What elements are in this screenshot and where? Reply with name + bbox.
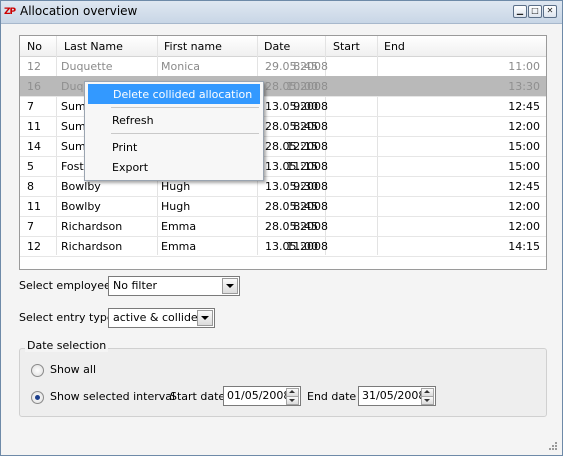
menu-item-label: Delete collided allocation <box>113 88 253 101</box>
cell-first: Monica <box>161 60 201 73</box>
menu-separator <box>111 133 259 134</box>
entry-type-select-value: active & collided <box>113 311 205 324</box>
cell-end: 15:00 <box>508 160 540 173</box>
context-menu: Delete collided allocation Refresh Print… <box>84 81 264 181</box>
cell-start: 11:15 <box>286 160 318 173</box>
employee-select-value: No filter <box>113 279 158 292</box>
title-bar[interactable]: ZP Allocation overview ▁ □ ✕ <box>1 1 562 24</box>
menu-separator <box>111 107 259 108</box>
cell-end: 12:00 <box>508 120 540 133</box>
menu-item-print[interactable]: Print <box>88 137 260 157</box>
cell-no: 12 <box>27 240 41 253</box>
menu-item-label: Print <box>112 141 138 154</box>
cell-start: 8:45 <box>293 220 318 233</box>
cell-no: 16 <box>27 80 41 93</box>
start-date-value: 01/05/2008 <box>227 389 291 402</box>
employee-label: Select employee: <box>19 279 115 292</box>
cell-last: Bowlby <box>61 180 101 193</box>
start-date-picker[interactable]: 01/05/2008 <box>223 386 301 406</box>
cell-start: 8:45 <box>293 200 318 213</box>
column-header-no[interactable]: No <box>27 40 42 53</box>
chevron-down-icon[interactable] <box>197 310 213 326</box>
cell-start: 9:00 <box>293 100 318 113</box>
cell-no: 11 <box>27 200 41 213</box>
cell-no: 5 <box>27 160 34 173</box>
menu-item-export[interactable]: Export <box>88 157 260 177</box>
cell-start: 11:00 <box>286 240 318 253</box>
entry-type-select[interactable]: active & collided <box>108 308 215 328</box>
date-selection-title: Date selection <box>25 339 109 352</box>
cell-no: 8 <box>27 180 34 193</box>
cell-last: Richardson <box>61 220 123 233</box>
cell-no: 7 <box>27 100 34 113</box>
cell-start: 8:45 <box>293 60 318 73</box>
entry-type-label: Select entry type: <box>19 311 118 324</box>
cell-start: 10:00 <box>286 80 318 93</box>
table-row[interactable]: 12 Duquette Monica 29.05.2008 8:45 11:00 <box>20 56 546 77</box>
cell-end: 11:00 <box>508 60 540 73</box>
app-logo-icon: ZP <box>4 7 16 17</box>
cell-end: 14:15 <box>508 240 540 253</box>
minimize-icon[interactable]: ▁ <box>513 5 527 18</box>
spin-down-icon[interactable] <box>421 396 434 405</box>
cell-first: Hugh <box>161 180 191 193</box>
cell-no: 11 <box>27 120 41 133</box>
cell-no: 12 <box>27 60 41 73</box>
cell-last: Bowlby <box>61 200 101 213</box>
table-header: No Last Name First name Date Start End <box>20 36 546 57</box>
cell-end: 12:45 <box>508 180 540 193</box>
cell-end: 15:00 <box>508 140 540 153</box>
cell-last: Duquette <box>61 60 113 73</box>
resize-grip-icon[interactable] <box>549 442 558 451</box>
cell-end: 12:45 <box>508 100 540 113</box>
close-icon[interactable]: ✕ <box>543 5 557 18</box>
column-header-start[interactable]: Start <box>333 40 360 53</box>
end-date-picker[interactable]: 31/05/2008 <box>358 386 436 406</box>
employee-select[interactable]: No filter <box>108 276 240 296</box>
show-all-label[interactable]: Show all <box>50 363 96 376</box>
menu-item-label: Export <box>112 161 149 174</box>
start-date-label: Start date <box>170 390 226 403</box>
column-header-end[interactable]: End <box>384 40 405 53</box>
show-interval-label[interactable]: Show selected interval <box>50 390 175 403</box>
cell-end: 12:00 <box>508 200 540 213</box>
spin-down-icon[interactable] <box>286 396 299 405</box>
cell-start: 8:45 <box>293 120 318 133</box>
cell-start: 12:15 <box>286 140 318 153</box>
cell-first: Emma <box>161 240 197 253</box>
table-row[interactable]: 12 Richardson Emma 13.05.2008 11:00 14:15 <box>20 236 546 257</box>
cell-first: Hugh <box>161 200 191 213</box>
allocation-overview-window: ZP Allocation overview ▁ □ ✕ No Last Nam… <box>0 0 563 456</box>
table-row[interactable]: 7 Richardson Emma 28.05.2008 8:45 12:00 <box>20 216 546 237</box>
cell-end: 13:30 <box>508 80 540 93</box>
table-row[interactable]: 11 Bowlby Hugh 28.05.2008 8:45 12:00 <box>20 196 546 217</box>
show-interval-radio[interactable] <box>31 391 44 404</box>
end-date-label: End date <box>307 390 357 403</box>
cell-no: 7 <box>27 220 34 233</box>
end-date-value: 31/05/2008 <box>362 389 426 402</box>
cell-first: Emma <box>161 220 197 233</box>
menu-item-label: Refresh <box>112 114 154 127</box>
window-title: Allocation overview <box>20 4 138 18</box>
cell-no: 14 <box>27 140 41 153</box>
cell-last: Richardson <box>61 240 123 253</box>
menu-item-delete-collided[interactable]: Delete collided allocation <box>88 84 260 104</box>
menu-item-refresh[interactable]: Refresh <box>88 110 260 130</box>
date-selection-group <box>19 348 547 417</box>
column-header-date[interactable]: Date <box>264 40 290 53</box>
cell-start: 9:30 <box>293 180 318 193</box>
cell-end: 12:00 <box>508 220 540 233</box>
show-all-radio[interactable] <box>31 364 44 377</box>
column-header-first-name[interactable]: First name <box>164 40 222 53</box>
maximize-icon[interactable]: □ <box>528 5 542 18</box>
chevron-down-icon[interactable] <box>222 278 238 294</box>
column-header-last-name[interactable]: Last Name <box>64 40 123 53</box>
